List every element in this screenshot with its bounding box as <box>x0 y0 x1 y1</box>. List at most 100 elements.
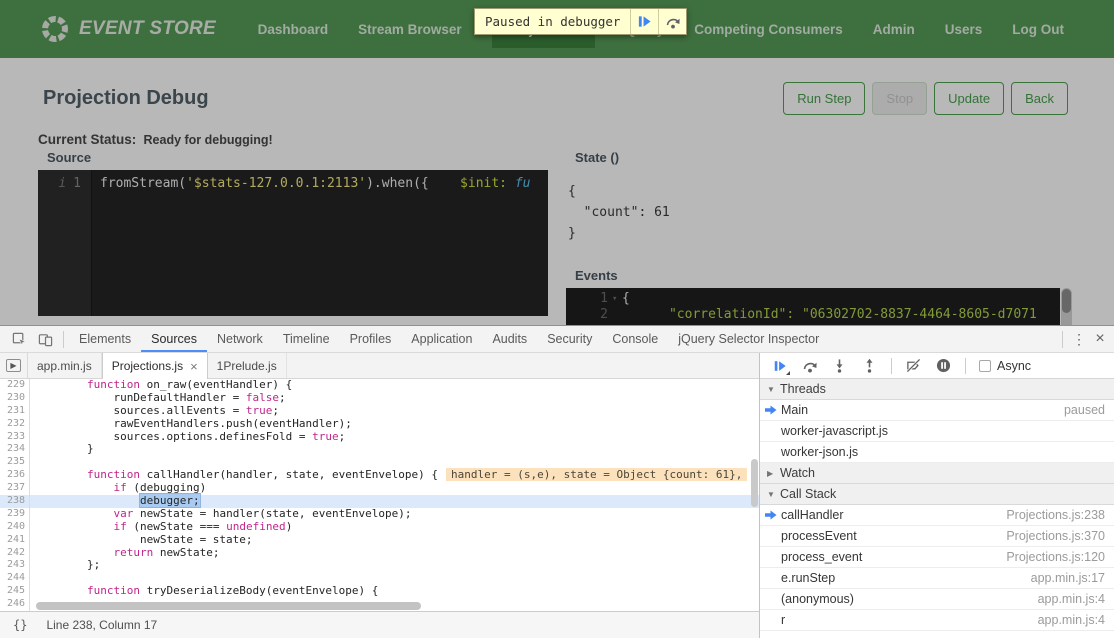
line-number-gutter[interactable]: 232 <box>0 418 30 431</box>
events-scrollbar[interactable] <box>1061 288 1072 325</box>
code-token: fromStream( <box>100 176 186 191</box>
file-tab-app-min-js[interactable]: app.min.js <box>28 353 102 378</box>
devtools-tab-security[interactable]: Security <box>537 326 602 352</box>
line-number-gutter[interactable]: 246 <box>0 598 30 611</box>
callstack-frame-r[interactable]: rapp.min.js:4 <box>760 610 1114 631</box>
callstack-frame-anonymous[interactable]: (anonymous)app.min.js:4 <box>760 589 1114 610</box>
line-number-gutter[interactable]: 231 <box>0 405 30 418</box>
code-token <box>34 584 87 597</box>
devtools-tab-sources[interactable]: Sources <box>141 326 207 352</box>
nav-item-stream-browser[interactable]: Stream Browser <box>358 11 462 48</box>
code-token: fu <box>515 176 531 191</box>
source-editor-gutter: i1 <box>38 170 92 316</box>
overlay-step-over-button[interactable] <box>658 9 686 34</box>
step-over-button[interactable] <box>801 357 818 374</box>
run-step-button[interactable]: Run Step <box>783 82 865 115</box>
pretty-print-icon[interactable]: {} <box>13 618 27 632</box>
line-number-gutter[interactable]: 241 <box>0 534 30 547</box>
eventstore-logo[interactable]: EVENT STORE <box>40 14 216 44</box>
line-number-gutter[interactable]: 245 <box>0 585 30 598</box>
async-checkbox[interactable]: Async <box>979 359 1031 373</box>
code-token: newState; <box>153 546 219 559</box>
code-token: return <box>113 546 153 559</box>
devtools-menu-icon[interactable]: ⋮ <box>1068 331 1090 348</box>
source-editor[interactable]: i1 fromStream('$stats-127.0.0.1:2113').w… <box>38 170 548 316</box>
deactivate-breakpoints-icon <box>906 358 921 373</box>
devtools-tab-network[interactable]: Network <box>207 326 273 352</box>
overlay-resume-button[interactable] <box>630 9 658 34</box>
fold-icon[interactable]: ▾ <box>612 291 622 307</box>
scrollbar-thumb[interactable] <box>36 602 421 610</box>
devtools-tab-jquery-selector-inspector[interactable]: jQuery Selector Inspector <box>668 326 829 352</box>
line-number-gutter[interactable]: 229 <box>0 379 30 392</box>
inspect-element-button[interactable] <box>6 326 32 352</box>
pause-on-exceptions-button[interactable] <box>935 357 952 374</box>
callstack-section-header[interactable]: ▼ Call Stack <box>760 484 1114 505</box>
file-tab-projections-js[interactable]: Projections.js× <box>102 353 208 379</box>
code-token: } <box>34 442 94 455</box>
nav-item-users[interactable]: Users <box>945 11 983 48</box>
frame-location: app.min.js:17 <box>1031 571 1105 585</box>
nav-item-dashboard[interactable]: Dashboard <box>258 11 329 48</box>
line-number-gutter[interactable]: 240 <box>0 521 30 534</box>
line-number-gutter[interactable]: 237 <box>0 482 30 495</box>
separator <box>891 358 892 374</box>
frame-function: r <box>781 613 785 627</box>
sources-status-bar: {} Line 238, Column 17 <box>0 611 759 638</box>
vertical-scrollbar-thumb[interactable] <box>751 459 758 507</box>
line-number-gutter[interactable]: 243 <box>0 559 30 572</box>
line-number-gutter[interactable]: 242 <box>0 547 30 560</box>
line-number-gutter[interactable]: 233 <box>0 431 30 444</box>
thread-row-worker-json-js[interactable]: worker-json.js <box>760 442 1114 463</box>
callstack-frame-callhandler[interactable]: callHandlerProjections.js:238 <box>760 505 1114 526</box>
events-editor[interactable]: 1▾{2 "correlationId": "06302702-8837-446… <box>566 288 1060 325</box>
callstack-frame-item[interactable] <box>760 631 1114 638</box>
devtools-close-icon[interactable]: × <box>1090 330 1110 348</box>
inspect-icon <box>12 332 27 347</box>
devtools-tab-timeline[interactable]: Timeline <box>273 326 340 352</box>
current-status: Current Status: Ready for debugging! <box>38 132 1114 147</box>
code-token: sources.allEvents = <box>34 404 246 417</box>
device-toolbar-button[interactable] <box>32 326 58 352</box>
thread-row-main[interactable]: Mainpaused <box>760 400 1114 421</box>
line-number-gutter[interactable]: 239 <box>0 508 30 521</box>
devtools-tab-console[interactable]: Console <box>602 326 668 352</box>
source-code-viewer[interactable]: 229 function on_raw(eventHandler) {230 r… <box>0 379 759 611</box>
resume-button[interactable] <box>771 357 788 374</box>
horizontal-scrollbar[interactable] <box>30 601 759 611</box>
line-number-gutter[interactable]: 235 <box>0 456 30 469</box>
step-out-button[interactable] <box>861 357 878 374</box>
deactivate-breakpoints-button[interactable] <box>905 357 922 374</box>
line-number-gutter[interactable]: 236 <box>0 469 30 482</box>
devtools-tab-elements[interactable]: Elements <box>69 326 141 352</box>
devtools-tab-audits[interactable]: Audits <box>482 326 537 352</box>
nav-item-competing-consumers[interactable]: Competing Consumers <box>694 11 843 48</box>
nav-item-admin[interactable]: Admin <box>873 11 915 48</box>
devtools-tab-profiles[interactable]: Profiles <box>340 326 402 352</box>
callstack-frame-e-runstep[interactable]: e.runStepapp.min.js:17 <box>760 568 1114 589</box>
update-button[interactable]: Update <box>934 82 1004 115</box>
back-button[interactable]: Back <box>1011 82 1068 115</box>
thread-row-worker-javascript-js[interactable]: worker-javascript.js <box>760 421 1114 442</box>
threads-section-header[interactable]: ▼ Threads <box>760 379 1114 400</box>
annotation-icon: i <box>58 176 66 191</box>
line-number-gutter[interactable]: 234 <box>0 443 30 456</box>
brand-text: EVENT STORE <box>79 18 216 40</box>
callstack-frame-processevent[interactable]: processEventProjections.js:370 <box>760 526 1114 547</box>
step-into-button[interactable] <box>831 357 848 374</box>
line-number-gutter[interactable]: 244 <box>0 572 30 585</box>
nav-item-log-out[interactable]: Log Out <box>1012 11 1064 48</box>
threads-list: Mainpausedworker-javascript.jsworker-jso… <box>760 400 1114 463</box>
events-scrollbar-thumb[interactable] <box>1062 289 1071 313</box>
devtools-tab-application[interactable]: Application <box>401 326 482 352</box>
code-token: newState = handler(state, eventEnvelope)… <box>133 507 411 520</box>
frame-location: Projections.js:370 <box>1006 529 1105 543</box>
checkbox-icon[interactable] <box>979 360 991 372</box>
callstack-frame-process-event[interactable]: process_eventProjections.js:120 <box>760 547 1114 568</box>
line-number-gutter[interactable]: 238 <box>0 495 30 508</box>
line-number-gutter[interactable]: 230 <box>0 392 30 405</box>
close-tab-icon[interactable]: × <box>190 359 198 374</box>
watch-section-header[interactable]: ▶ Watch <box>760 463 1114 484</box>
show-navigator-button[interactable]: ▶ <box>0 353 28 378</box>
file-tab-1prelude-js[interactable]: 1Prelude.js <box>208 353 287 378</box>
